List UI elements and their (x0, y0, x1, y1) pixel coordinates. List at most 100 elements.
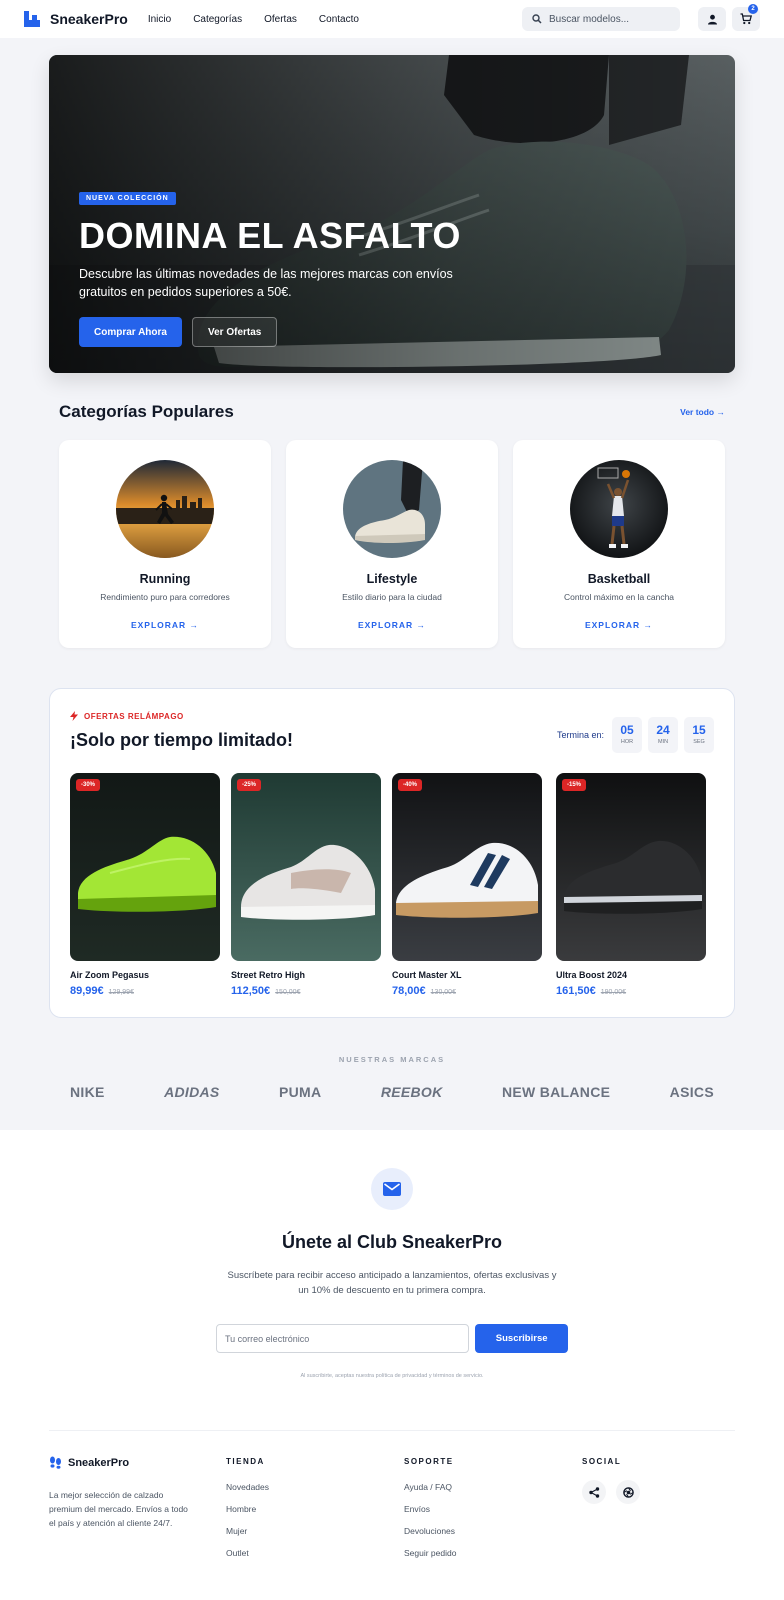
footer-column-title: SOPORTE (404, 1457, 454, 1466)
product-image: -30% (70, 773, 220, 961)
footer-link[interactable]: Mujer (226, 1520, 269, 1542)
brand-logo-puma[interactable]: PUMA (279, 1084, 321, 1100)
site-header: SneakerPro Inicio Categorías Ofertas Con… (0, 0, 784, 38)
flash-tag: OFERTAS RELÁMPAGO (70, 711, 184, 721)
hero-description: Descubre las últimas novedades de las me… (79, 267, 453, 299)
product-name: Court Master XL (392, 970, 462, 980)
social-links (582, 1480, 640, 1504)
hero-title: DOMINA EL ASFALTO (79, 215, 461, 256)
price-row: 112,50€ 150,00€ (231, 985, 381, 997)
brands-label: NUESTRAS MARCAS (338, 1055, 446, 1064)
nav-item-contacto[interactable]: Contacto (319, 14, 359, 25)
brand-logo-adidas[interactable]: ADIDAS (164, 1084, 219, 1100)
footer-link[interactable]: Seguir pedido (404, 1542, 456, 1564)
cart-icon (740, 13, 752, 25)
product-name: Air Zoom Pegasus (70, 970, 150, 980)
email-field[interactable] (216, 1324, 470, 1353)
price-row: 78,00€ 130,00€ (392, 985, 542, 997)
category-card-running[interactable]: Running Rendimiento puro para corredores… (59, 440, 271, 648)
share-icon (588, 1486, 599, 1498)
brand-logo-new-balance[interactable]: NEW BALANCE (502, 1084, 610, 1100)
newsletter-description: Suscríbete para recibir acceso anticipad… (227, 1270, 557, 1296)
footer-link[interactable]: Devoluciones (404, 1520, 456, 1542)
view-all-link[interactable]: Ver todo → (680, 407, 725, 417)
brands-row: NIKE ADIDAS PUMA REEBOK NEW BALANCE ASIC… (70, 1084, 714, 1100)
footer-brand[interactable]: SneakerPro (49, 1456, 129, 1469)
price-row: 89,99€ 129,99€ (70, 985, 220, 997)
footer-column-tienda: TIENDA Novedades Hombre Mujer Outlet (226, 1457, 269, 1564)
category-card-basketball[interactable]: Basketball Control máximo en la cancha E… (513, 440, 725, 648)
discount-badge: -30% (76, 779, 101, 791)
footer-link[interactable]: Envíos (404, 1498, 456, 1520)
brand-logo-nike[interactable]: NIKE (70, 1084, 105, 1100)
footer-link[interactable]: Outlet (226, 1542, 269, 1564)
product-price: 112,50€ (231, 985, 271, 997)
product-image: -40% (392, 773, 542, 961)
category-name: Basketball (587, 572, 651, 586)
subscribe-button[interactable]: Suscribirse (475, 1324, 568, 1353)
product-image: -25% (231, 773, 381, 961)
product-price: 78,00€ (392, 985, 426, 997)
footer-link[interactable]: Hombre (226, 1498, 269, 1520)
timer-unit: HOR (620, 739, 634, 745)
timer-unit: SEG (693, 739, 705, 745)
product-price: 89,99€ (70, 985, 104, 997)
category-image-lifestyle (343, 460, 441, 558)
share-button[interactable] (582, 1480, 606, 1504)
bolt-icon (70, 711, 78, 721)
footer-link[interactable]: Ayuda / FAQ (404, 1476, 456, 1498)
timer-seconds: 15 SEG (684, 717, 714, 753)
product-name: Ultra Boost 2024 (556, 970, 628, 980)
product-card[interactable]: -30% Air Zoom Pegasus 89,99€ 129,99€ (70, 773, 220, 997)
newsletter-form: Suscribirse (216, 1324, 568, 1353)
account-button[interactable] (698, 7, 726, 31)
discount-badge: -40% (398, 779, 423, 791)
product-card[interactable]: -15% Ultra Boost 2024 161,50€ 190,00€ (556, 773, 706, 997)
footer-link[interactable]: Novedades (226, 1476, 269, 1498)
category-card-lifestyle[interactable]: Lifestyle Estilo diario para la ciudad E… (286, 440, 498, 648)
footer-brand-text: SneakerPro (68, 1456, 130, 1469)
nav-item-categorias[interactable]: Categorías (193, 14, 242, 25)
discount-badge: -15% (562, 779, 587, 791)
product-old-price: 190,00€ (600, 989, 627, 996)
product-card[interactable]: -25% Street Retro High 112,50€ 150,00€ (231, 773, 381, 997)
explore-link[interactable]: EXPLORAR → (286, 620, 498, 630)
product-image: -15% (556, 773, 706, 961)
footer-divider (49, 1430, 735, 1431)
product-price: 161,50€ (556, 985, 596, 997)
footer-column-soporte: SOPORTE Ayuda / FAQ Envíos Devoluciones … (404, 1457, 456, 1564)
product-old-price: 130,00€ (430, 989, 456, 996)
timer-value: 05 (620, 723, 634, 737)
view-offers-button[interactable]: Ver Ofertas (191, 317, 278, 347)
main-nav: Inicio Categorías Ofertas Contacto (148, 14, 359, 25)
search-box[interactable] (522, 7, 680, 31)
brand-logo-reebok[interactable]: REEBOK (381, 1084, 443, 1100)
logo[interactable]: SneakerPro (24, 11, 128, 27)
timer-label: Termina en: (556, 730, 604, 740)
flash-deals-section: OFERTAS RELÁMPAGO ¡Solo por tiempo limit… (49, 688, 735, 1018)
flash-title: ¡Solo por tiempo limitado! (70, 730, 293, 750)
cart-count-badge: 2 (748, 4, 758, 14)
logo-text: SneakerPro (50, 11, 128, 27)
category-description: Control máximo en la cancha (563, 592, 675, 602)
cart-button[interactable]: 2 (732, 4, 760, 31)
timer-value: 24 (656, 723, 670, 737)
timer-value: 15 (692, 723, 706, 737)
categories-header: Categorías Populares Ver todo → (59, 402, 725, 422)
category-image-basketball (570, 460, 668, 558)
search-input[interactable] (549, 13, 659, 25)
explore-link[interactable]: EXPLORAR → (513, 620, 725, 630)
camera-button[interactable] (616, 1480, 640, 1504)
logo-icon (24, 11, 40, 27)
product-old-price: 150,00€ (275, 989, 301, 996)
brand-logo-asics[interactable]: ASICS (670, 1084, 714, 1100)
footer-about: La mejor selección de calzado premium de… (49, 1490, 188, 1528)
explore-link[interactable]: EXPLORAR → (59, 620, 271, 630)
product-old-price: 129,99€ (108, 989, 134, 996)
timer-minutes: 24 MIN (648, 717, 678, 753)
nav-item-ofertas[interactable]: Ofertas (264, 14, 297, 25)
nav-item-inicio[interactable]: Inicio (148, 14, 171, 25)
countdown-timer: Termina en: 05 HOR 24 MIN 15 SEG (557, 717, 714, 753)
product-card[interactable]: -40% Court Master XL 78,00€ 130,00€ (392, 773, 542, 997)
shop-now-button[interactable]: Comprar Ahora (79, 317, 182, 347)
